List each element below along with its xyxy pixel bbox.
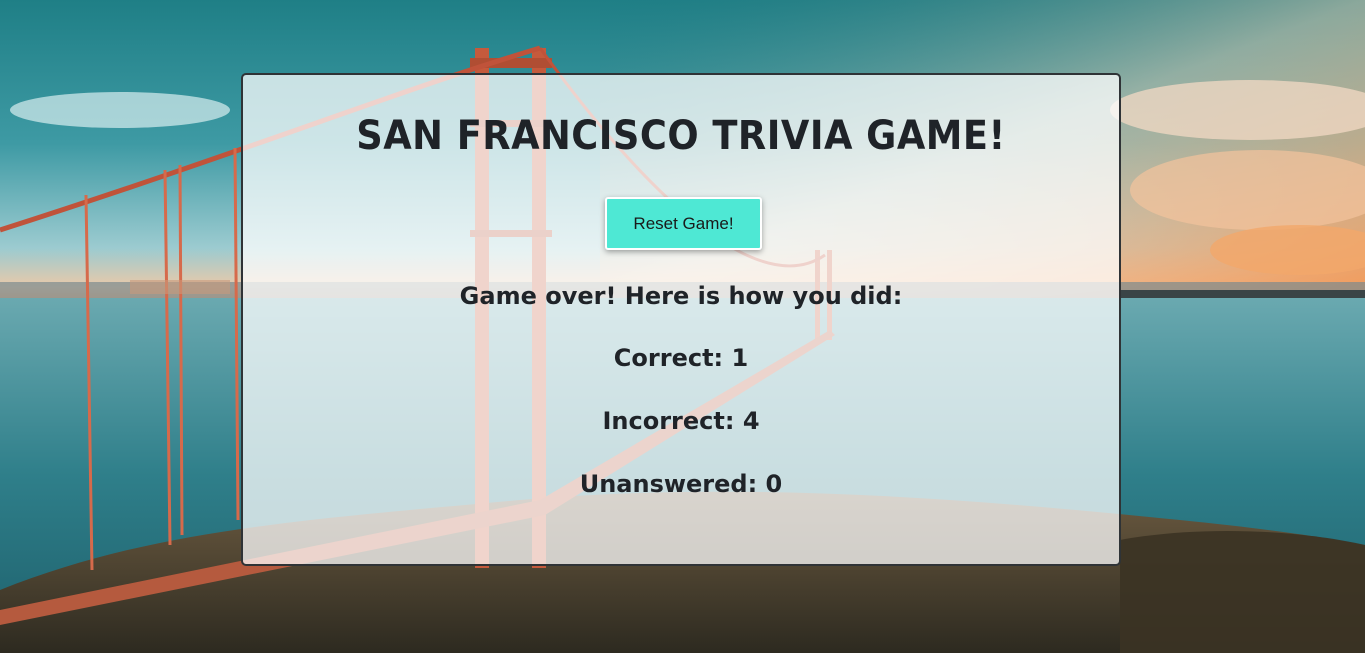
page-title: San Francisco Trivia Game! xyxy=(356,113,1006,159)
game-over-summary: Game over! Here is how you did: xyxy=(459,282,903,310)
game-panel: San Francisco Trivia Game! Reset Game! G… xyxy=(241,73,1121,566)
incorrect-count: Incorrect: 4 xyxy=(602,407,760,435)
reset-game-button[interactable]: Reset Game! xyxy=(605,197,762,250)
correct-count: Correct: 1 xyxy=(613,344,749,372)
unanswered-count: Unanswered: 0 xyxy=(579,470,783,498)
